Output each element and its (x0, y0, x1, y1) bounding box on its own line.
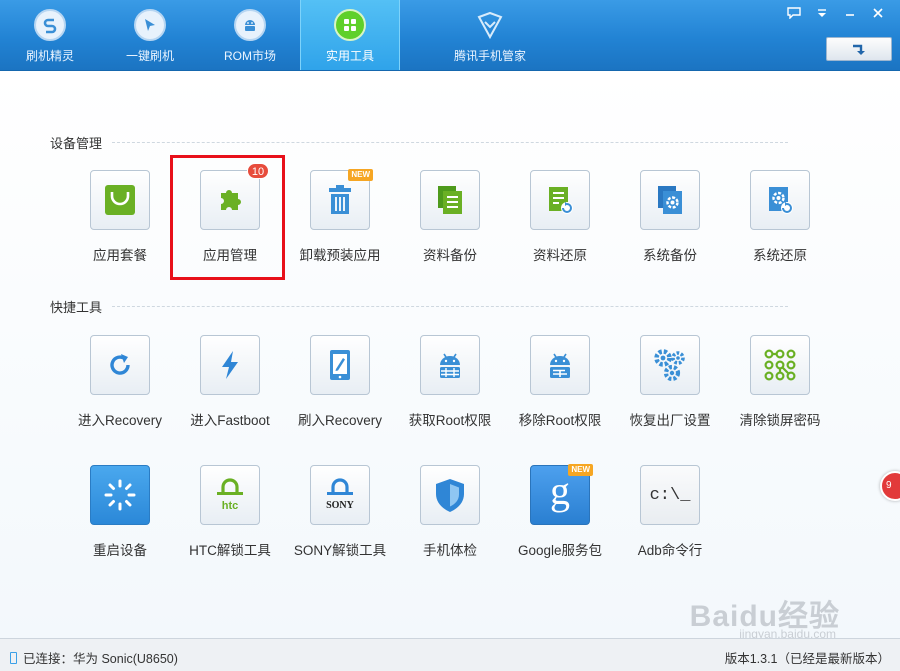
gear-restore-icon (750, 170, 810, 230)
version-text[interactable]: 版本1.3.1（已经是最新版本） (725, 648, 890, 667)
item-label: 重启设备 (93, 543, 147, 558)
shopping-bag-icon (90, 170, 150, 230)
item-data-backup[interactable]: 资料备份 (395, 170, 505, 264)
item-label: HTC解锁工具 (189, 543, 271, 558)
window-controls (780, 2, 892, 24)
item-label: 刷入Recovery (297, 413, 383, 428)
item-reboot-device[interactable]: 重启设备 (65, 465, 175, 559)
spinner-icon (90, 465, 150, 525)
document-copy-icon (420, 170, 480, 230)
item-system-restore[interactable]: 系统还原 (725, 170, 835, 264)
item-system-backup[interactable]: 系统备份 (615, 170, 725, 264)
menu-chevron-icon[interactable] (808, 2, 836, 24)
item-htc-unlock[interactable]: htc HTC解锁工具 (175, 465, 285, 559)
close-icon[interactable] (864, 2, 892, 24)
item-label: SONY解锁工具 (293, 543, 387, 558)
item-label: 资料备份 (423, 248, 477, 263)
tablet-edit-icon (310, 335, 370, 395)
section-divider (112, 306, 788, 307)
item-label: 移除Root权限 (518, 413, 602, 428)
highlight-box (170, 155, 285, 280)
section-title-quick-tools: 快捷工具 (50, 300, 103, 315)
trash-icon: NEW (310, 169, 373, 230)
item-label: 清除锁屏密码 (739, 413, 821, 428)
tab-label: 腾讯手机管家 (453, 49, 526, 63)
item-label: Adb命令行 (637, 543, 703, 558)
item-factory-reset[interactable]: 恢复出厂设置 (615, 335, 725, 429)
utilities-panel: 设备管理 应用套餐 10 应用管理 NEW 卸载预装应用 资料备份 资料还原 系… (0, 71, 900, 641)
minimize-icon[interactable] (836, 2, 864, 24)
item-label: 恢复出厂设置 (629, 413, 711, 428)
android-icon (234, 9, 266, 41)
item-label: 卸载预装应用 (299, 248, 381, 263)
section-divider (112, 142, 788, 143)
item-label: 应用套餐 (93, 248, 147, 263)
item-label: 系统备份 (643, 248, 697, 263)
tab-label: 刷机精灵 (25, 49, 74, 63)
shield-icon (420, 465, 480, 525)
notification-bubble[interactable]: 9 (880, 471, 900, 501)
item-enter-fastboot[interactable]: 进入Fastboot (175, 335, 285, 429)
new-badge: NEW (348, 169, 373, 181)
item-label: Google服务包 (517, 543, 603, 558)
android-remove-icon (530, 335, 590, 395)
item-sony-unlock[interactable]: SONY SONY解锁工具 (285, 465, 395, 559)
terminal-icon: c:\_ (640, 465, 700, 525)
cursor-icon (134, 9, 166, 41)
item-google-services[interactable]: g NEW Google服务包 (505, 464, 615, 559)
item-get-root[interactable]: 获取Root权限 (395, 335, 505, 429)
phone-icon (10, 651, 17, 664)
pattern-lock-icon (750, 335, 810, 395)
refresh-button[interactable] (826, 37, 892, 61)
item-data-restore[interactable]: 资料还原 (505, 170, 615, 264)
grid-icon (334, 9, 366, 41)
google-glyph: g (550, 468, 570, 513)
connection-status: 已连接：华为 Sonic(U8650) (10, 648, 178, 667)
sony-brand-text: SONY (326, 500, 355, 511)
feedback-icon[interactable] (780, 2, 808, 24)
refresh-icon (90, 335, 150, 395)
item-phone-checkup[interactable]: 手机体检 (395, 465, 505, 559)
htc-lock-icon: htc (200, 465, 260, 525)
tab-label: 实用工具 (325, 49, 374, 63)
google-icon: g NEW (530, 464, 593, 525)
item-label: 进入Recovery (77, 413, 163, 428)
tab-tencent-manager[interactable]: 腾讯手机管家 (425, 0, 555, 70)
tab-utilities[interactable]: 实用工具 (300, 0, 400, 70)
tab-label: ROM市场 (224, 49, 276, 63)
item-enter-recovery[interactable]: 进入Recovery (65, 335, 175, 429)
arrow-turn-icon (853, 44, 865, 55)
document-restore-icon (530, 170, 590, 230)
item-label: 系统还原 (753, 248, 807, 263)
gear-copy-icon (640, 170, 700, 230)
item-clear-lock-password[interactable]: 清除锁屏密码 (725, 335, 835, 429)
item-app-bundle[interactable]: 应用套餐 (65, 170, 175, 264)
htc-brand-text: htc (222, 500, 239, 512)
item-uninstall-preinstalled[interactable]: NEW 卸载预装应用 (285, 169, 395, 264)
item-label: 手机体检 (423, 543, 477, 558)
android-grid-icon (420, 335, 480, 395)
item-flash-recovery[interactable]: 刷入Recovery (285, 335, 395, 429)
shield-check-icon (474, 9, 506, 41)
tab-label: 一键刷机 (125, 49, 174, 63)
tab-flash-wizard[interactable]: 刷机精灵 (0, 0, 100, 70)
item-adb-shell[interactable]: c:\_ Adb命令行 (615, 465, 725, 559)
item-label: 资料还原 (533, 248, 587, 263)
section-title-device-management: 设备管理 (50, 136, 103, 151)
item-label: 获取Root权限 (408, 413, 492, 428)
gears-icon (640, 335, 700, 395)
sony-lock-icon: SONY (310, 465, 370, 525)
new-badge: NEW (568, 464, 593, 476)
item-remove-root[interactable]: 移除Root权限 (505, 335, 615, 429)
top-nav-bar: 刷机精灵 一键刷机 ROM市场 实用工具 腾讯手机管家 (0, 0, 900, 71)
flash-wizard-icon (34, 9, 66, 41)
lightning-icon (200, 335, 260, 395)
terminal-glyph: c:\_ (649, 485, 691, 505)
item-label: 进入Fastboot (190, 413, 270, 428)
status-bar: 已连接：华为 Sonic(U8650) 版本1.3.1（已经是最新版本） (0, 638, 900, 671)
tab-rom-market[interactable]: ROM市场 (200, 0, 300, 70)
tab-one-click-flash[interactable]: 一键刷机 (100, 0, 200, 70)
connection-text: 已连接：华为 Sonic(U8650) (23, 652, 178, 666)
